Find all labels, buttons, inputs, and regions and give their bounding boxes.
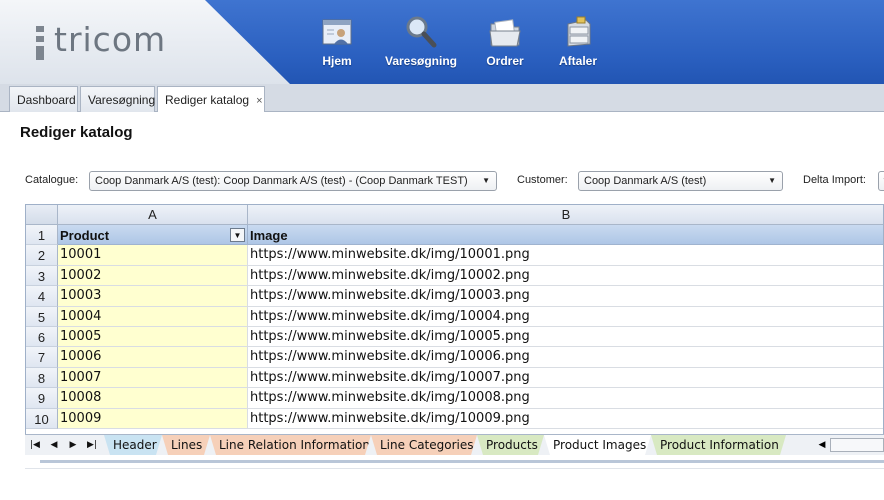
product-cell[interactable]: 10007 <box>58 367 248 389</box>
row-header[interactable]: 4 <box>26 286 58 307</box>
image-cell[interactable]: https://www.minwebsite.dk/img/10004.png <box>248 307 883 327</box>
bottom-panel <box>25 468 884 500</box>
logo-mark-icon <box>36 26 44 60</box>
tab-label: Rediger katalog <box>165 93 250 107</box>
product-cell[interactable]: 10003 <box>58 286 248 307</box>
column-header-a[interactable]: A <box>58 205 248 225</box>
sheet-tab-product-information[interactable]: Product Information <box>651 435 786 455</box>
prev-sheet-icon[interactable]: ◀ <box>46 438 62 453</box>
sheet-tab-header[interactable]: Header <box>104 435 162 455</box>
image-cell[interactable]: https://www.minwebsite.dk/img/10007.png <box>248 368 883 389</box>
header-cell-product[interactable]: Product ▼ <box>58 225 248 246</box>
tab-varesogning[interactable]: Varesøgning <box>80 86 155 112</box>
scroll-left-icon[interactable]: ◀ <box>815 438 829 452</box>
row-header[interactable]: 10 <box>26 408 58 429</box>
nav-agreements[interactable]: Aftaler <box>533 14 623 68</box>
row-header[interactable]: 6 <box>26 327 58 348</box>
sheet-tab-label: Lines <box>171 438 203 452</box>
product-cell[interactable]: 10008 <box>58 388 248 409</box>
sheet-tab-lines[interactable]: Lines <box>162 435 210 455</box>
tab-rediger-katalog[interactable]: Rediger katalog × <box>157 86 265 113</box>
sheet-tab-label: Products <box>486 438 538 452</box>
close-icon[interactable]: × <box>256 95 262 107</box>
product-cell[interactable]: 10001 <box>58 245 248 266</box>
nav-search-label: Varesøgning <box>384 54 458 68</box>
main-content: Rediger katalog Catalogue: Coop Danmark … <box>0 112 884 500</box>
image-cell[interactable]: https://www.minwebsite.dk/img/10002.png <box>248 266 883 287</box>
last-sheet-icon[interactable]: ▶| <box>84 438 100 453</box>
header-cell-label: Product <box>60 228 110 243</box>
nav-search[interactable]: Varesøgning <box>376 14 466 68</box>
sheet-tab-line-categories[interactable]: Line Categories <box>371 435 477 455</box>
catalogue-label: Catalogue: <box>25 174 79 186</box>
sheet-tab-label: Header <box>113 438 157 452</box>
search-icon <box>406 16 437 48</box>
sheet-tab-products[interactable]: Products <box>477 435 544 455</box>
horizontal-scrollbar[interactable] <box>830 438 884 452</box>
sheet-corner[interactable] <box>26 205 58 225</box>
filter-dropdown-icon[interactable]: ▼ <box>230 228 245 242</box>
image-cell[interactable]: https://www.minwebsite.dk/img/10008.png <box>248 388 883 409</box>
nav-home-label: Hjem <box>322 54 352 68</box>
tab-strip: Dashboard Varesøgning Rediger katalog × <box>0 84 884 113</box>
row-header[interactable]: 1 <box>26 225 58 246</box>
app-window: tricom Hjem Varesøgning Ordrer Aftaler D… <box>0 0 884 500</box>
brand-logo-text: tricom <box>54 20 167 59</box>
product-cell[interactable]: 10005 <box>58 327 248 348</box>
image-cell[interactable]: https://www.minwebsite.dk/img/10003.png <box>248 286 883 307</box>
nav-home[interactable]: Hjem <box>292 14 382 68</box>
image-cell[interactable]: https://www.minwebsite.dk/img/10006.png <box>248 347 883 368</box>
customer-select[interactable]: Coop Danmark A/S (test) ▼ <box>578 171 783 191</box>
row-header[interactable]: 5 <box>26 306 58 327</box>
home-icon <box>322 19 352 45</box>
logo-panel: tricom <box>0 0 290 84</box>
sheet-tab-label: Product Images <box>553 438 647 452</box>
image-cell[interactable]: https://www.minwebsite.dk/img/10005.png <box>248 327 883 348</box>
first-sheet-icon[interactable]: |◀ <box>27 438 43 453</box>
row-header[interactable]: 2 <box>26 245 58 266</box>
sheet-tab-label: Line Relation Information <box>219 438 370 452</box>
chevron-down-icon: ▼ <box>482 176 490 185</box>
delta-import-label: Delta Import: <box>803 174 866 186</box>
product-cell[interactable]: 10009 <box>58 408 248 429</box>
sheet-tab-product-images[interactable]: Product Images <box>544 435 651 455</box>
sheet-tab-line-relation-information[interactable]: Line Relation Information <box>210 435 371 455</box>
nav-agreements-label: Aftaler <box>558 54 597 68</box>
app-header: tricom Hjem Varesøgning Ordrer Aftaler <box>0 0 884 84</box>
sheet-tab-label: Product Information <box>660 438 779 452</box>
chevron-down-icon: ▼ <box>768 176 776 185</box>
catalogue-select[interactable]: Coop Danmark A/S (test): Coop Danmark A/… <box>89 171 497 191</box>
sheet-tab-label: Line Categories <box>380 438 474 452</box>
folder-icon <box>489 19 521 47</box>
row-header[interactable]: 7 <box>26 347 58 368</box>
image-cell[interactable]: https://www.minwebsite.dk/img/10009.png <box>248 409 883 429</box>
customer-label: Customer: <box>517 174 568 186</box>
product-cell[interactable]: 10006 <box>58 347 248 368</box>
customer-select-value: Coop Danmark A/S (test) <box>584 175 707 187</box>
spreadsheet[interactable]: A B 1 Product ▼ Image 2 10001 https://ww… <box>25 204 884 450</box>
header-cell-label: Image <box>250 228 288 243</box>
delta-import-select[interactable]: ▼ <box>878 171 884 191</box>
agreement-icon <box>567 16 591 47</box>
row-header[interactable]: 3 <box>26 265 58 287</box>
column-header-b[interactable]: B <box>248 205 883 225</box>
header-cell-image[interactable]: Image <box>248 225 883 246</box>
product-cell[interactable]: 10004 <box>58 306 248 327</box>
row-header[interactable]: 9 <box>26 388 58 409</box>
tab-label: Dashboard <box>17 93 76 107</box>
next-sheet-icon[interactable]: ▶ <box>65 438 81 453</box>
sheet-tab-bar: |◀ ◀ ▶ ▶| Header Lines Line Relation Inf… <box>25 434 884 455</box>
page-title: Rediger katalog <box>20 124 133 141</box>
image-cell[interactable]: https://www.minwebsite.dk/img/10001.png <box>248 245 883 266</box>
tab-label: Varesøgning <box>88 93 156 107</box>
catalogue-select-value: Coop Danmark A/S (test): Coop Danmark A/… <box>95 175 468 187</box>
row-header[interactable]: 8 <box>26 367 58 389</box>
tab-dashboard[interactable]: Dashboard <box>9 86 78 112</box>
divider <box>40 460 884 463</box>
product-cell[interactable]: 10002 <box>58 265 248 287</box>
